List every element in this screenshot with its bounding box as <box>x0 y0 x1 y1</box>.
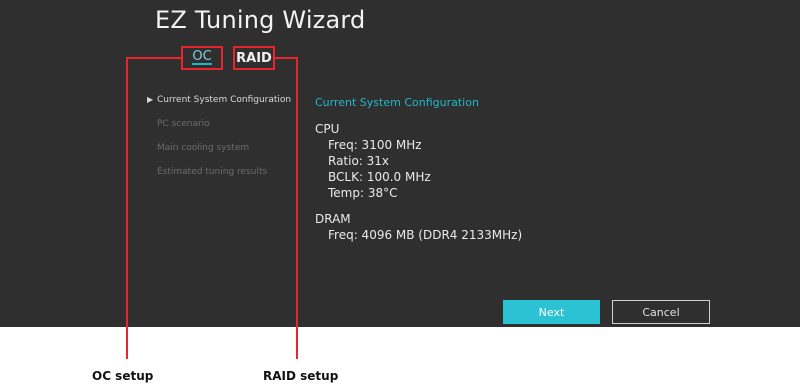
tab-raid[interactable]: RAID <box>233 46 275 70</box>
panel-title: Current System Configuration <box>315 96 479 109</box>
cpu-ratio: Ratio: 31x <box>328 154 390 168</box>
tab-oc[interactable]: OC <box>181 46 223 70</box>
cpu-heading: CPU <box>315 122 340 136</box>
oc-setup-caption: OC setup <box>92 369 154 383</box>
wizard-title: EZ Tuning Wizard <box>155 6 366 34</box>
next-button[interactable]: Next <box>503 300 600 324</box>
tab-raid-label: RAID <box>236 50 272 66</box>
raid-setup-caption: RAID setup <box>263 369 339 383</box>
oc-callout-line <box>126 57 183 359</box>
cpu-freq: Freq: 3100 MHz <box>328 138 422 152</box>
dram-freq: Freq: 4096 MB (DDR4 2133MHz) <box>328 228 523 242</box>
tab-oc-label: OC <box>192 48 212 64</box>
dram-heading: DRAM <box>315 212 351 226</box>
cancel-button[interactable]: Cancel <box>612 300 710 324</box>
cpu-bclk: BCLK: 100.0 MHz <box>328 170 431 184</box>
cpu-temp: Temp: 38°C <box>328 186 398 200</box>
bios-screen: EZ Tuning Wizard OC RAID ▶ Current System… <box>0 0 800 327</box>
raid-callout-line <box>273 57 298 359</box>
